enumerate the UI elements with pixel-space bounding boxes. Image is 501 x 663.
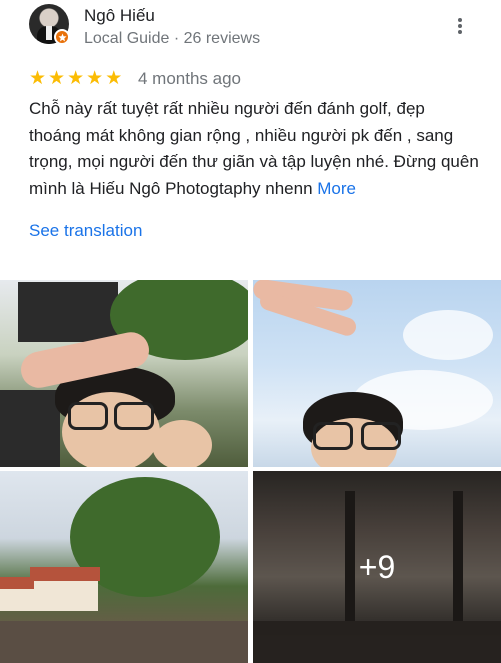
- star-icon: ★: [86, 68, 104, 89]
- stage-screen-shape: [18, 282, 118, 342]
- review-time: 4 months ago: [138, 69, 242, 88]
- glasses-shape: [361, 422, 401, 450]
- more-photos-count[interactable]: +9: [253, 471, 501, 663]
- building-shape: [0, 589, 36, 611]
- more-link[interactable]: More: [317, 179, 356, 198]
- star-icon: ★: [105, 68, 123, 89]
- star-rating: ★ ★ ★ ★ ★: [29, 69, 122, 88]
- building-shape: [34, 581, 98, 611]
- glasses-shape: [114, 402, 154, 430]
- review-photo-3[interactable]: [0, 471, 248, 663]
- star-icon: ★: [29, 68, 47, 89]
- reviewer-meta: Local Guide · 26 reviews: [84, 30, 261, 47]
- review-photo-more[interactable]: +9: [253, 471, 501, 663]
- avatar-shirt-shape: [46, 26, 52, 40]
- more-vert-icon[interactable]: [452, 16, 468, 36]
- crowd-shape: [0, 621, 248, 663]
- review-photo-1[interactable]: [0, 280, 248, 467]
- speaker-shape: [0, 390, 60, 467]
- review-text-block: Chỗ này rất tuyệt rất nhiều người đến đá…: [29, 96, 479, 202]
- photo-grid: +9: [0, 280, 501, 663]
- see-translation-link[interactable]: See translation: [29, 221, 142, 241]
- review-card: Ngô Hiếu Local Guide · 26 reviews ★ ★ ★ …: [0, 0, 501, 268]
- glasses-shape: [68, 402, 108, 430]
- roof-shape: [30, 567, 100, 581]
- cloud-shape: [403, 310, 493, 360]
- star-icon: ★: [48, 68, 66, 89]
- review-photo-2[interactable]: [253, 280, 501, 467]
- review-text: Chỗ này rất tuyệt rất nhiều người đến đá…: [29, 99, 479, 198]
- local-guide-badge-icon: [54, 29, 70, 45]
- face-shape: [152, 420, 212, 467]
- glasses-shape: [313, 422, 353, 450]
- star-icon: ★: [67, 68, 85, 89]
- reviewer-name[interactable]: Ngô Hiếu: [84, 6, 155, 26]
